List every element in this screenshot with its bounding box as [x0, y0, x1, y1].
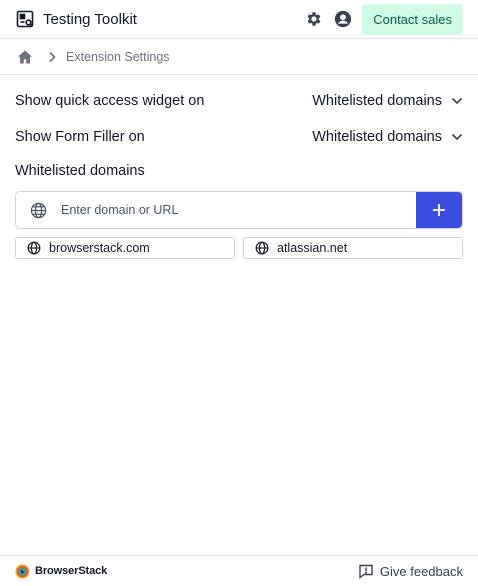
globe-icon [16, 192, 60, 228]
domain-chip[interactable]: atlassian.net [243, 237, 463, 259]
browserstack-logo [15, 563, 30, 579]
chevron-down-icon [451, 92, 463, 110]
message-alert-icon [358, 563, 374, 579]
globe-icon [27, 241, 41, 255]
app-title: Testing Toolkit [43, 10, 137, 28]
breadcrumb-current: Extension Settings [66, 49, 170, 64]
form-filler-value: Whitelisted domains [312, 129, 442, 145]
quick-access-select[interactable]: Whitelisted domains [312, 92, 463, 110]
brand-name: BrowserStack [35, 565, 108, 577]
plus-icon [432, 203, 446, 217]
quick-access-label: Show quick access widget on [15, 93, 205, 109]
domain-chip-label: browserstack.com [49, 241, 150, 255]
domain-chip[interactable]: browserstack.com [15, 237, 235, 259]
globe-icon [255, 241, 269, 255]
quick-access-value: Whitelisted domains [312, 93, 442, 109]
breadcrumb: Extension Settings [0, 39, 478, 75]
whitelist-title: Whitelisted domains [15, 163, 145, 179]
gear-icon[interactable] [304, 9, 324, 29]
give-feedback-label: Give feedback [379, 563, 463, 579]
give-feedback-button[interactable]: Give feedback [358, 563, 463, 579]
app-header: Testing Toolkit Contact sales [0, 0, 478, 39]
contact-sales-button[interactable]: Contact sales [362, 3, 463, 35]
home-icon[interactable] [16, 48, 34, 66]
chevron-down-icon [451, 128, 463, 146]
quick-access-setting: Show quick access widget on Whitelisted … [15, 90, 463, 112]
app-footer: BrowserStack Give feedback [0, 555, 478, 586]
chevron-right-icon [44, 49, 60, 65]
form-filler-label: Show Form Filler on [15, 129, 145, 145]
domain-chip-label: atlassian.net [277, 241, 348, 255]
form-filler-select[interactable]: Whitelisted domains [312, 128, 463, 146]
form-filler-setting: Show Form Filler on Whitelisted domains [15, 126, 463, 148]
domain-input-group [15, 191, 463, 229]
toolkit-logo-icon [15, 9, 35, 29]
domain-input[interactable] [60, 192, 416, 228]
add-domain-button[interactable] [416, 192, 462, 228]
user-circle-icon[interactable] [333, 9, 353, 29]
